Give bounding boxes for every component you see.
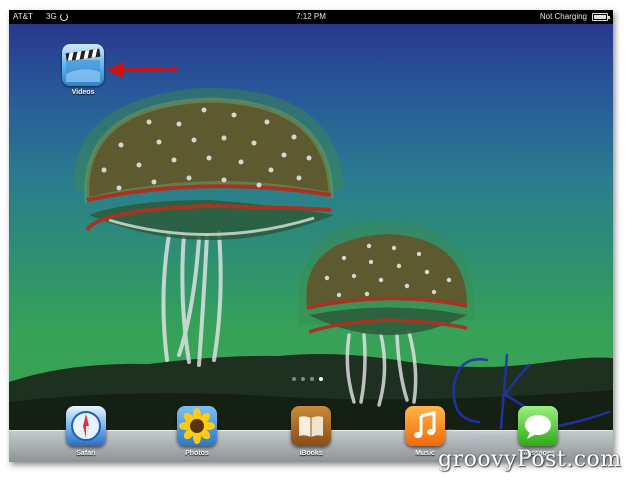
sunflower-photo-icon — [177, 406, 217, 446]
page-indicator[interactable] — [292, 377, 323, 381]
ipad-screen: AT&T 3G 7:12 PM Not Charging Videos Safa… — [9, 10, 613, 462]
dock-app-ibooks[interactable]: iBooks — [287, 406, 335, 457]
app-label-photos: Photos — [185, 450, 209, 457]
safari-compass-icon — [66, 406, 106, 446]
dock-app-photos[interactable]: Photos — [173, 406, 221, 457]
app-label-safari: Safari — [76, 450, 96, 457]
watermark: groovyPost.com — [438, 447, 622, 472]
arrow-annotation — [107, 62, 178, 78]
page-dot[interactable] — [292, 377, 296, 381]
speech-bubble-icon — [518, 406, 558, 446]
music-note-icon — [405, 406, 445, 446]
page-dot[interactable] — [310, 377, 314, 381]
dock-app-safari[interactable]: Safari — [62, 406, 110, 457]
page-dot[interactable] — [301, 377, 305, 381]
open-book-icon — [291, 406, 331, 446]
app-label-ibooks: iBooks — [299, 450, 323, 457]
page-dot-active[interactable] — [319, 377, 323, 381]
